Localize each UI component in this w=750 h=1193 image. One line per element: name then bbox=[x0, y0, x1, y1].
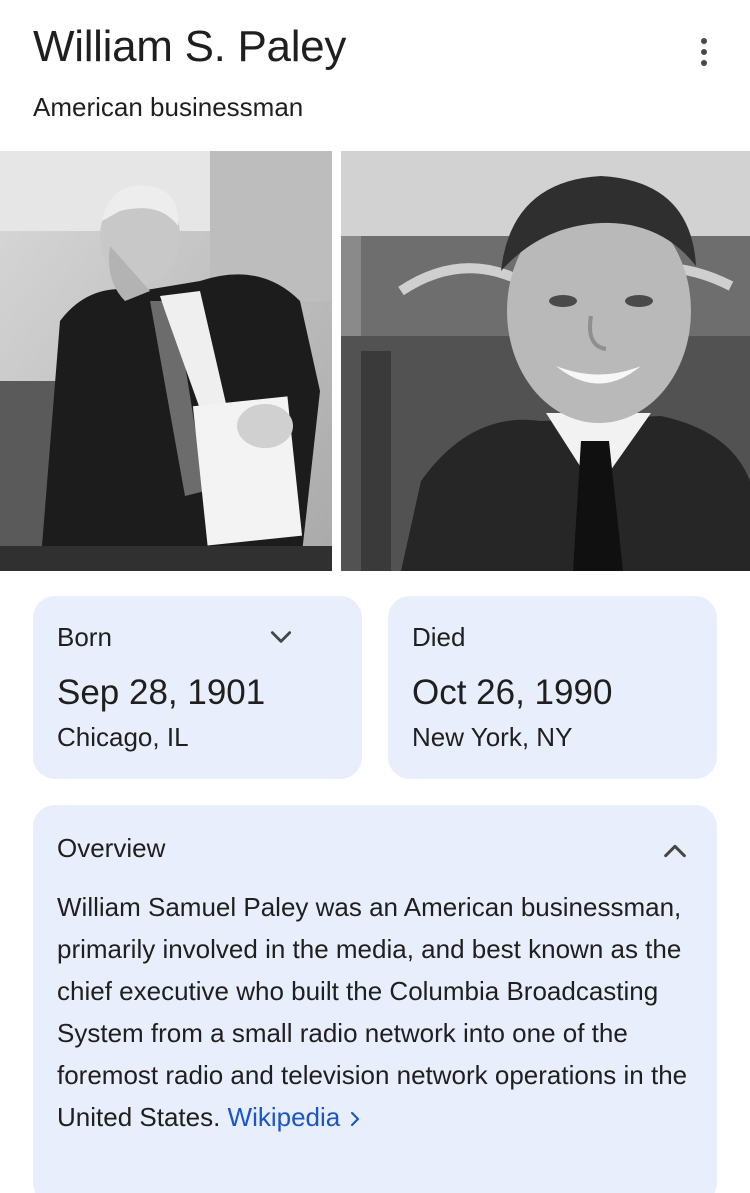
chevron-up-icon[interactable] bbox=[661, 837, 689, 865]
knowledge-panel-header: William S. Paley American businessman bbox=[0, 0, 750, 150]
more-vert-icon bbox=[701, 38, 707, 44]
photo-seated-portrait-graphic bbox=[0, 151, 332, 571]
died-label: Died bbox=[412, 622, 466, 652]
image-strip bbox=[0, 151, 750, 571]
born-place: Chicago, IL bbox=[57, 722, 189, 752]
born-card[interactable]: Born Sep 28, 1901 Chicago, IL bbox=[33, 596, 362, 779]
overview-description: William Samuel Paley was an American bus… bbox=[57, 886, 697, 1138]
overview-card: Overview William Samuel Paley was an Ame… bbox=[33, 805, 717, 1193]
born-label: Born bbox=[57, 622, 112, 652]
page-title: William S. Paley bbox=[33, 22, 347, 71]
born-date: Sep 28, 1901 bbox=[57, 673, 266, 712]
photo-smiling-portrait[interactable] bbox=[341, 151, 750, 571]
chevron-down-icon[interactable] bbox=[268, 624, 294, 650]
wikipedia-link-label: Wikipedia bbox=[227, 1102, 341, 1132]
died-place: New York, NY bbox=[412, 722, 573, 752]
died-date: Oct 26, 1990 bbox=[412, 673, 613, 712]
chevron-right-icon bbox=[351, 1112, 360, 1127]
page-subtitle: American businessman bbox=[33, 92, 304, 122]
photo-seated-portrait[interactable] bbox=[0, 151, 332, 571]
overview-text: William Samuel Paley was an American bus… bbox=[57, 892, 688, 1132]
died-card: Died Oct 26, 1990 New York, NY bbox=[388, 596, 717, 779]
photo-smiling-portrait-graphic bbox=[341, 151, 750, 571]
overview-title: Overview bbox=[57, 833, 166, 863]
wikipedia-link[interactable]: Wikipedia bbox=[228, 1102, 365, 1132]
more-options-button[interactable] bbox=[688, 36, 720, 68]
